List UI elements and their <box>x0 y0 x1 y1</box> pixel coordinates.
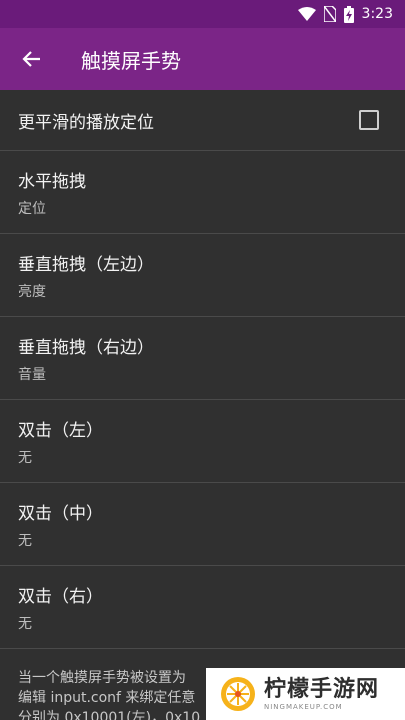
setting-vertical-drag-left[interactable]: 垂直拖拽（左边） 亮度 <box>0 234 405 317</box>
setting-horizontal-drag[interactable]: 水平拖拽 定位 <box>0 151 405 234</box>
setting-value: 无 <box>18 449 32 466</box>
battery-charging-icon <box>343 5 354 23</box>
watermark-domain: NINGMAKEUP.COM <box>264 703 343 711</box>
setting-value: 无 <box>18 532 32 549</box>
setting-double-tap-right[interactable]: 双击（右） 无 <box>0 566 405 649</box>
watermark-brand: 柠檬手游网 <box>264 677 380 702</box>
setting-double-tap-center[interactable]: 双击（中） 无 <box>0 483 405 566</box>
page-title: 触摸屏手势 <box>81 48 181 73</box>
status-bar: 3:23 <box>0 0 405 28</box>
app-bar: 触摸屏手势 <box>0 28 405 90</box>
lemon-logo-icon <box>221 677 255 711</box>
watermark: 柠檬手游网 NINGMAKEUP.COM <box>206 668 405 720</box>
smooth-seek-checkbox[interactable] <box>359 110 379 130</box>
setting-title: 双击（左） <box>18 420 103 441</box>
setting-title: 水平拖拽 <box>18 171 86 192</box>
no-sim-icon <box>323 6 336 22</box>
settings-list: 更平滑的播放定位 水平拖拽 定位 垂直拖拽（左边） 亮度 垂直拖拽（右边） 音量… <box>0 90 405 649</box>
wifi-icon <box>297 7 316 21</box>
status-time: 3:23 <box>361 6 393 22</box>
setting-title: 双击（右） <box>18 586 103 607</box>
setting-value: 亮度 <box>18 283 46 300</box>
setting-title: 更平滑的播放定位 <box>18 112 154 133</box>
setting-title: 双击（中） <box>18 503 103 524</box>
back-button[interactable] <box>0 28 64 90</box>
setting-vertical-drag-right[interactable]: 垂直拖拽（右边） 音量 <box>0 317 405 400</box>
setting-value: 音量 <box>18 366 46 383</box>
setting-value: 定位 <box>18 200 46 217</box>
setting-smooth-seek[interactable]: 更平滑的播放定位 <box>0 90 405 151</box>
setting-title: 垂直拖拽（左边） <box>18 254 154 275</box>
arrow-back-icon <box>22 51 40 67</box>
setting-value: 无 <box>18 615 32 632</box>
setting-title: 垂直拖拽（右边） <box>18 337 154 358</box>
setting-double-tap-left[interactable]: 双击（左） 无 <box>0 400 405 483</box>
